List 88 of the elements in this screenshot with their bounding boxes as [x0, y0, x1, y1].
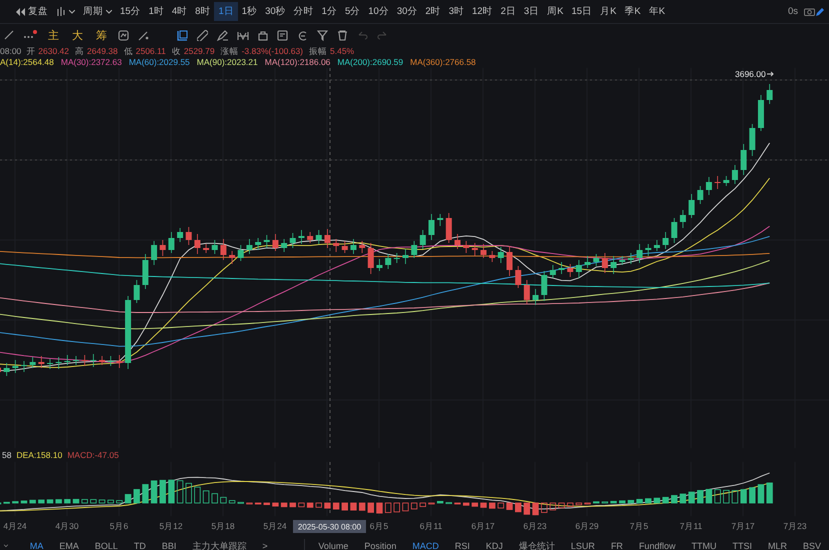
- field-label: 振幅: [309, 46, 328, 57]
- field-label: 涨幅: [220, 46, 239, 57]
- sub-indicator-tab[interactable]: Position: [364, 541, 396, 550]
- period-tab[interactable]: 8时: [191, 2, 214, 21]
- date-label: 6月11: [420, 521, 442, 531]
- field-value: 2649.38: [87, 46, 118, 57]
- ma-value: MA(120):2186.06: [264, 57, 330, 68]
- period-tab[interactable]: 30秒: [261, 2, 290, 21]
- field-label: 开: [26, 46, 36, 57]
- field-value: 2529.79: [184, 46, 215, 57]
- date-label: 6月23: [523, 521, 547, 531]
- main-indicator-tab[interactable]: TD: [134, 541, 146, 550]
- macd-value: 58: [2, 450, 12, 460]
- field-label: 低: [124, 46, 133, 57]
- period-tab[interactable]: 15分: [116, 2, 145, 21]
- sub-indicator-tab[interactable]: FR: [610, 541, 623, 550]
- period-tab[interactable]: 1日: [214, 2, 238, 21]
- sub-indicator-tab[interactable]: MLR: [768, 541, 787, 550]
- field-label: 收: [172, 46, 181, 57]
- crosshair-date: 2025-05-30 08:00: [293, 520, 366, 533]
- macd-value: MACD:-47.05: [67, 450, 119, 460]
- field-label: 高: [75, 46, 84, 57]
- sub-indicator-tab[interactable]: RSI: [454, 541, 470, 550]
- sub-indicator-tab[interactable]: Fundflow: [638, 541, 676, 550]
- date-label: 7月17: [731, 521, 755, 531]
- field-value: 2506.11: [136, 46, 166, 57]
- period-tab[interactable]: 1时: [144, 2, 168, 21]
- ma-value: MA(60):2029.55: [128, 57, 190, 68]
- field-value: -3.83%(-100.63): [242, 46, 304, 57]
- ma-value: MA(200):2690.59: [337, 57, 404, 68]
- date-label: 7月23: [783, 521, 807, 531]
- period-tab[interactable]: 2时: [421, 2, 445, 21]
- main-indicator-tab[interactable]: BOLL: [94, 541, 118, 550]
- period-tab[interactable]: 30分: [392, 2, 422, 21]
- period-tab[interactable]: 月K: [596, 2, 620, 21]
- indicator-tool-button[interactable]: 筹: [94, 28, 109, 42]
- date-label: 6月17: [471, 521, 495, 531]
- period-tab[interactable]: 周K: [543, 2, 568, 21]
- period-tab[interactable]: 1秒: [238, 2, 262, 21]
- date-label: 5月18: [211, 521, 235, 531]
- sub-indicator-tab[interactable]: 爆仓统计: [518, 540, 555, 550]
- period-tab[interactable]: 4时: [168, 2, 192, 21]
- ma-value: A(14):2564.48: [0, 57, 54, 68]
- indicator-tool-button[interactable]: 大: [70, 28, 85, 42]
- bar-time: 08:00: [0, 46, 22, 57]
- period-tab[interactable]: 15日: [568, 2, 596, 21]
- date-label: 4月30: [55, 521, 79, 531]
- main-indicator-tab[interactable]: EMA: [59, 541, 79, 550]
- sub-indicator-tab[interactable]: TTMU: [691, 541, 716, 550]
- period-tab[interactable]: 10分: [364, 2, 393, 21]
- period-tab[interactable]: 分时: [290, 2, 318, 21]
- period-menu[interactable]: 周期: [79, 2, 116, 21]
- date-label: 7月11: [680, 521, 702, 531]
- main-indicator-tab[interactable]: MA: [30, 541, 44, 550]
- ma-value: MA(360):2766.58: [410, 57, 476, 68]
- main-indicator-tab[interactable]: BBI: [162, 541, 176, 550]
- period-tab[interactable]: 5分: [340, 2, 364, 21]
- ma-value: MA(90):2023.21: [196, 57, 258, 68]
- period-tab[interactable]: 年K: [644, 2, 670, 21]
- period-tab[interactable]: 1分: [318, 2, 341, 21]
- ma-value: MA(30):2372.63: [60, 57, 122, 68]
- period-tab[interactable]: 季K: [620, 2, 645, 21]
- price-label: 3696.00: [735, 69, 766, 79]
- period-tab[interactable]: 12时: [468, 2, 497, 21]
- date-label: 4月24: [3, 521, 27, 531]
- date-label: 6月5: [370, 521, 388, 531]
- date-label: 5月6: [110, 521, 128, 531]
- replay-button[interactable]: 复盘: [12, 2, 52, 21]
- indicator-tool-button[interactable]: 主: [46, 28, 61, 42]
- field-value: 2630.42: [38, 46, 70, 57]
- date-label: 7月5: [630, 521, 648, 531]
- sub-indicator-tab[interactable]: LSUR: [570, 541, 595, 550]
- macd-value: DEA:158.10: [16, 450, 62, 460]
- sub-indicator-tab[interactable]: TTSI: [732, 541, 752, 550]
- main-indicator-tab[interactable]: 主力大单跟踪: [192, 540, 246, 550]
- period-tab[interactable]: 2日: [496, 2, 520, 21]
- sub-indicator-tab[interactable]: BSV: [802, 541, 821, 550]
- field-value: 5.45%: [330, 46, 354, 57]
- sub-indicator-tab[interactable]: KDJ: [486, 541, 503, 550]
- more-indicators-button[interactable]: >: [262, 541, 268, 550]
- sub-indicator-tab[interactable]: Volume: [318, 541, 348, 550]
- date-label: 5月24: [263, 521, 287, 531]
- period-tab[interactable]: 3日: [520, 2, 544, 21]
- sub-indicator-tab[interactable]: MACD: [412, 541, 439, 550]
- date-label: 6月29: [575, 521, 599, 531]
- period-tab[interactable]: 3时: [444, 2, 468, 21]
- date-label: 5月12: [159, 521, 183, 531]
- refresh-timer: 0s: [788, 6, 798, 17]
